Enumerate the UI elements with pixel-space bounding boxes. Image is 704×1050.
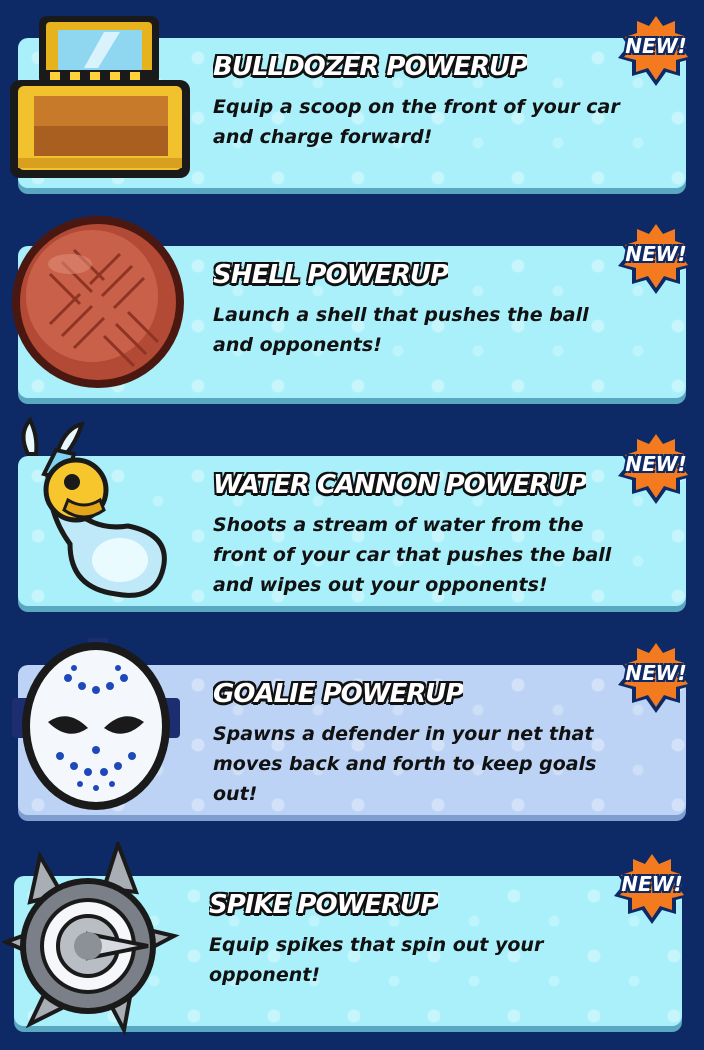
powerup-title: WATER CANNON POWERUP: [213, 470, 587, 500]
bulldozer-icon: [10, 16, 190, 178]
new-badge: NEW!: [616, 8, 696, 88]
water-cannon-icon: [21, 416, 167, 598]
new-badge-label: NEW!: [625, 661, 687, 685]
new-badge-label: NEW!: [621, 872, 683, 896]
new-badge-label: NEW!: [625, 34, 687, 58]
new-badge: NEW!: [616, 426, 696, 506]
goalie-mask-icon: [12, 638, 180, 810]
powerup-title: BULLDOZER POWERUP: [213, 52, 528, 82]
new-badge: NEW!: [612, 846, 692, 926]
powerup-description: Spawns a defender in your net that moves…: [213, 723, 597, 805]
powerup-title: SPIKE POWERUP: [209, 890, 439, 920]
powerup-description: Equip a scoop on the front of your car a…: [213, 96, 620, 148]
shell-icon: [12, 216, 184, 388]
new-badge-label: NEW!: [625, 242, 687, 266]
powerup-description: Launch a shell that pushes the ball and …: [213, 304, 589, 356]
new-badge: NEW!: [616, 635, 696, 715]
new-badge-label: NEW!: [625, 452, 687, 476]
powerup-description: Equip spikes that spin out your opponent…: [209, 934, 544, 986]
powerup-title: SHELL POWERUP: [213, 260, 449, 290]
spike-ball-icon: [0, 842, 180, 1037]
new-badge: NEW!: [616, 216, 696, 296]
powerup-description: Shoots a stream of water from the front …: [213, 514, 612, 596]
powerup-title: GOALIE POWERUP: [213, 679, 464, 709]
